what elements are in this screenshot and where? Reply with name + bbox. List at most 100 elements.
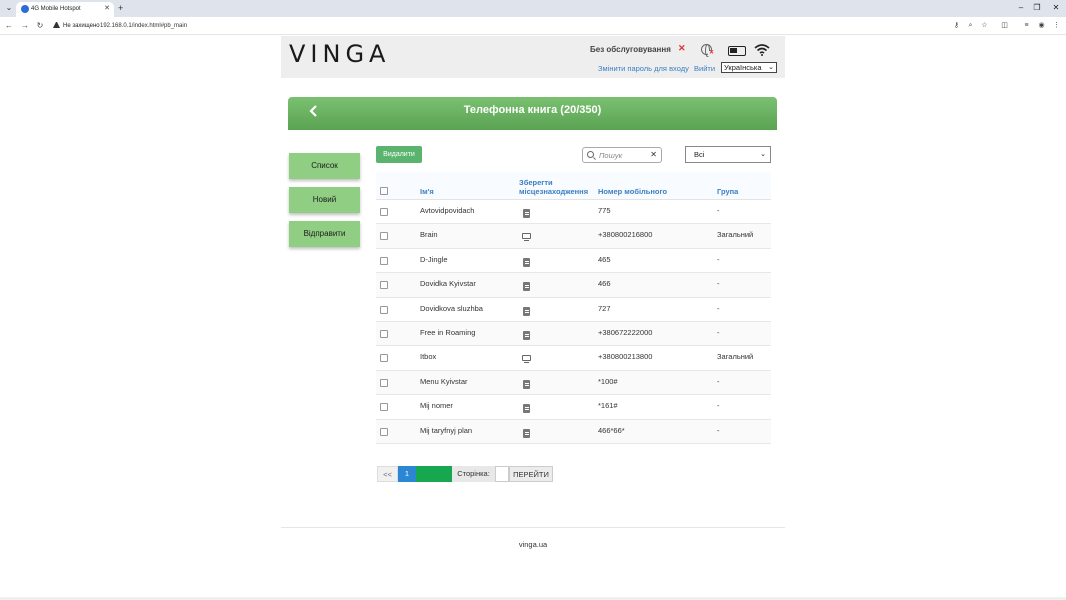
table-body: Avtovidpovidach 775 - Brain +380800216800 Заг…: [376, 200, 771, 444]
group-filter-value: Всі: [694, 150, 705, 159]
bookmark-star-icon[interactable]: ☆: [980, 21, 989, 30]
contact-name: D-Jingle: [420, 254, 448, 264]
table-row[interactable]: Avtovidpovidach 775 -: [376, 200, 771, 225]
column-header-mobile[interactable]: Номер мобільного: [598, 187, 667, 196]
extensions-icon[interactable]: ◫: [1000, 21, 1009, 30]
new-tab-icon[interactable]: +: [118, 2, 123, 14]
contact-name: Itbox: [420, 352, 437, 362]
row-checkbox[interactable]: [380, 232, 388, 241]
more-menu-icon[interactable]: ⋮: [1052, 21, 1061, 30]
globe-disconnected-icon: ✕: [709, 50, 715, 56]
contact-name: Menu Kyivstar: [420, 376, 468, 386]
contact-number: +380672222000: [598, 327, 653, 337]
contact-number: 727: [598, 303, 611, 313]
pagination: << 1 Сторінка: ПЕРЕЙТИ: [377, 466, 553, 482]
contact-number: 466*66*: [598, 425, 625, 435]
sim-icon: [523, 379, 530, 389]
table-row[interactable]: Mij nomer *161# -: [376, 395, 771, 420]
row-checkbox[interactable]: [380, 305, 388, 314]
table-row[interactable]: Free in Roaming +380672222000 -: [376, 321, 771, 347]
sidebar-item-new[interactable]: Новий: [289, 187, 360, 213]
security-indicator[interactable]: Не захищено: [53, 22, 100, 30]
tab-menu-icon[interactable]: ⌄: [4, 3, 14, 13]
group-filter-select[interactable]: Всі ⌄: [685, 146, 771, 163]
last-page-button[interactable]: [434, 466, 452, 482]
page-1-button[interactable]: 1: [398, 466, 416, 482]
minimize-icon[interactable]: –: [1015, 3, 1027, 13]
contact-name: Mij nomer: [420, 401, 453, 411]
sidebar-item-list[interactable]: Список: [289, 153, 360, 179]
column-header-name[interactable]: Ім'я: [420, 187, 434, 196]
search-input[interactable]: Пошук: [599, 151, 622, 160]
vinga-logo: VINGA: [289, 40, 391, 68]
table-row[interactable]: Dovidka Kyivstar 466 -: [376, 273, 771, 298]
clear-search-icon[interactable]: ✕: [650, 150, 657, 159]
sim-icon: [523, 257, 530, 267]
row-checkbox[interactable]: [380, 329, 388, 338]
back-arrow-icon[interactable]: ←: [4, 21, 14, 31]
sim-card-icon: [728, 46, 746, 56]
contact-number: *161#: [598, 401, 618, 411]
browser-tab[interactable]: 4G Mobile Hotspot ✕: [16, 2, 114, 17]
row-checkbox[interactable]: [380, 281, 388, 290]
restore-icon[interactable]: ❐: [1031, 3, 1043, 13]
chevron-down-icon: ⌄: [768, 64, 774, 71]
sim-icon: [523, 428, 530, 438]
row-checkbox[interactable]: [380, 256, 388, 265]
footer-link[interactable]: vinga.ua: [0, 540, 1066, 549]
contact-name: Dovidkova sluzhba: [420, 303, 483, 313]
zoom-icon[interactable]: ⌕: [966, 21, 975, 30]
tab-close-icon[interactable]: ✕: [104, 4, 110, 13]
cast-icon[interactable]: ≡: [1022, 21, 1031, 30]
contact-group: -: [717, 425, 720, 435]
key-icon[interactable]: ⚷: [952, 21, 961, 30]
table-row[interactable]: D-Jingle 465 -: [376, 249, 771, 274]
table-row[interactable]: Dovidkova sluzhba 727 -: [376, 298, 771, 322]
sim-icon: [523, 306, 530, 316]
prev-page-button[interactable]: <<: [377, 466, 398, 482]
table-row[interactable]: Brain +380800216800 Загальний: [376, 224, 771, 249]
contact-group: -: [717, 254, 720, 264]
table-row[interactable]: Itbox +380800213800 Загальний: [376, 346, 771, 371]
sim-icon: [523, 404, 530, 414]
contact-number: +380800213800: [598, 352, 653, 362]
reload-icon[interactable]: ↻: [35, 21, 45, 31]
profile-icon[interactable]: ◉: [1037, 21, 1046, 30]
row-checkbox[interactable]: [380, 354, 388, 363]
address-bar[interactable]: 192.168.0.1/index.html#pb_main: [100, 22, 187, 30]
table-row[interactable]: Menu Kyivstar *100# -: [376, 370, 771, 396]
language-select[interactable]: Українська ⌄: [721, 62, 777, 73]
select-all-checkbox[interactable]: [380, 187, 388, 195]
forward-arrow-icon[interactable]: →: [20, 21, 30, 31]
sidebar-item-send[interactable]: Відправити: [289, 221, 360, 247]
browser-tabbar: ⌄ 4G Mobile Hotspot ✕ + – ❐ ✕: [0, 0, 1066, 17]
row-checkbox[interactable]: [380, 403, 388, 412]
page-title: Телефонна книга (20/350): [463, 104, 602, 116]
search-field[interactable]: Пошук ✕: [582, 147, 662, 163]
page-header: VINGA Без обслуговування ✕ ✕ Змінити пар…: [281, 36, 785, 78]
search-icon: [587, 151, 594, 158]
insecure-label: Не захищено: [63, 23, 100, 29]
contact-name: Free in Roaming: [420, 327, 476, 337]
table-row[interactable]: Mij taryfnyj plan 466*66* -: [376, 419, 771, 444]
go-button[interactable]: ПЕРЕЙТИ: [509, 466, 553, 482]
column-header-group[interactable]: Група: [717, 187, 738, 196]
next-page-button[interactable]: [416, 466, 434, 482]
change-password-link[interactable]: Змінити пароль для входу: [598, 64, 689, 73]
contact-number: 465: [598, 254, 611, 264]
contact-group: -: [717, 206, 720, 215]
contact-number: *100#: [598, 376, 618, 386]
delete-button[interactable]: Видалити: [376, 146, 422, 163]
column-header-location-1: Зберегти: [519, 178, 553, 187]
page-number-input[interactable]: [495, 466, 509, 482]
row-checkbox[interactable]: [380, 208, 388, 216]
logout-link[interactable]: Вийти: [694, 64, 715, 73]
wifi-icon: [754, 44, 770, 56]
chevron-down-icon: ⌄: [760, 151, 766, 158]
window-close-icon[interactable]: ✕: [1050, 3, 1062, 13]
row-checkbox[interactable]: [380, 427, 388, 436]
browser-toolbar: ← → ↻ Не захищено 192.168.0.1/index.html…: [0, 17, 1066, 35]
row-checkbox[interactable]: [380, 378, 388, 387]
contact-group: -: [717, 376, 720, 386]
tab-title: 4G Mobile Hotspot: [31, 6, 81, 12]
